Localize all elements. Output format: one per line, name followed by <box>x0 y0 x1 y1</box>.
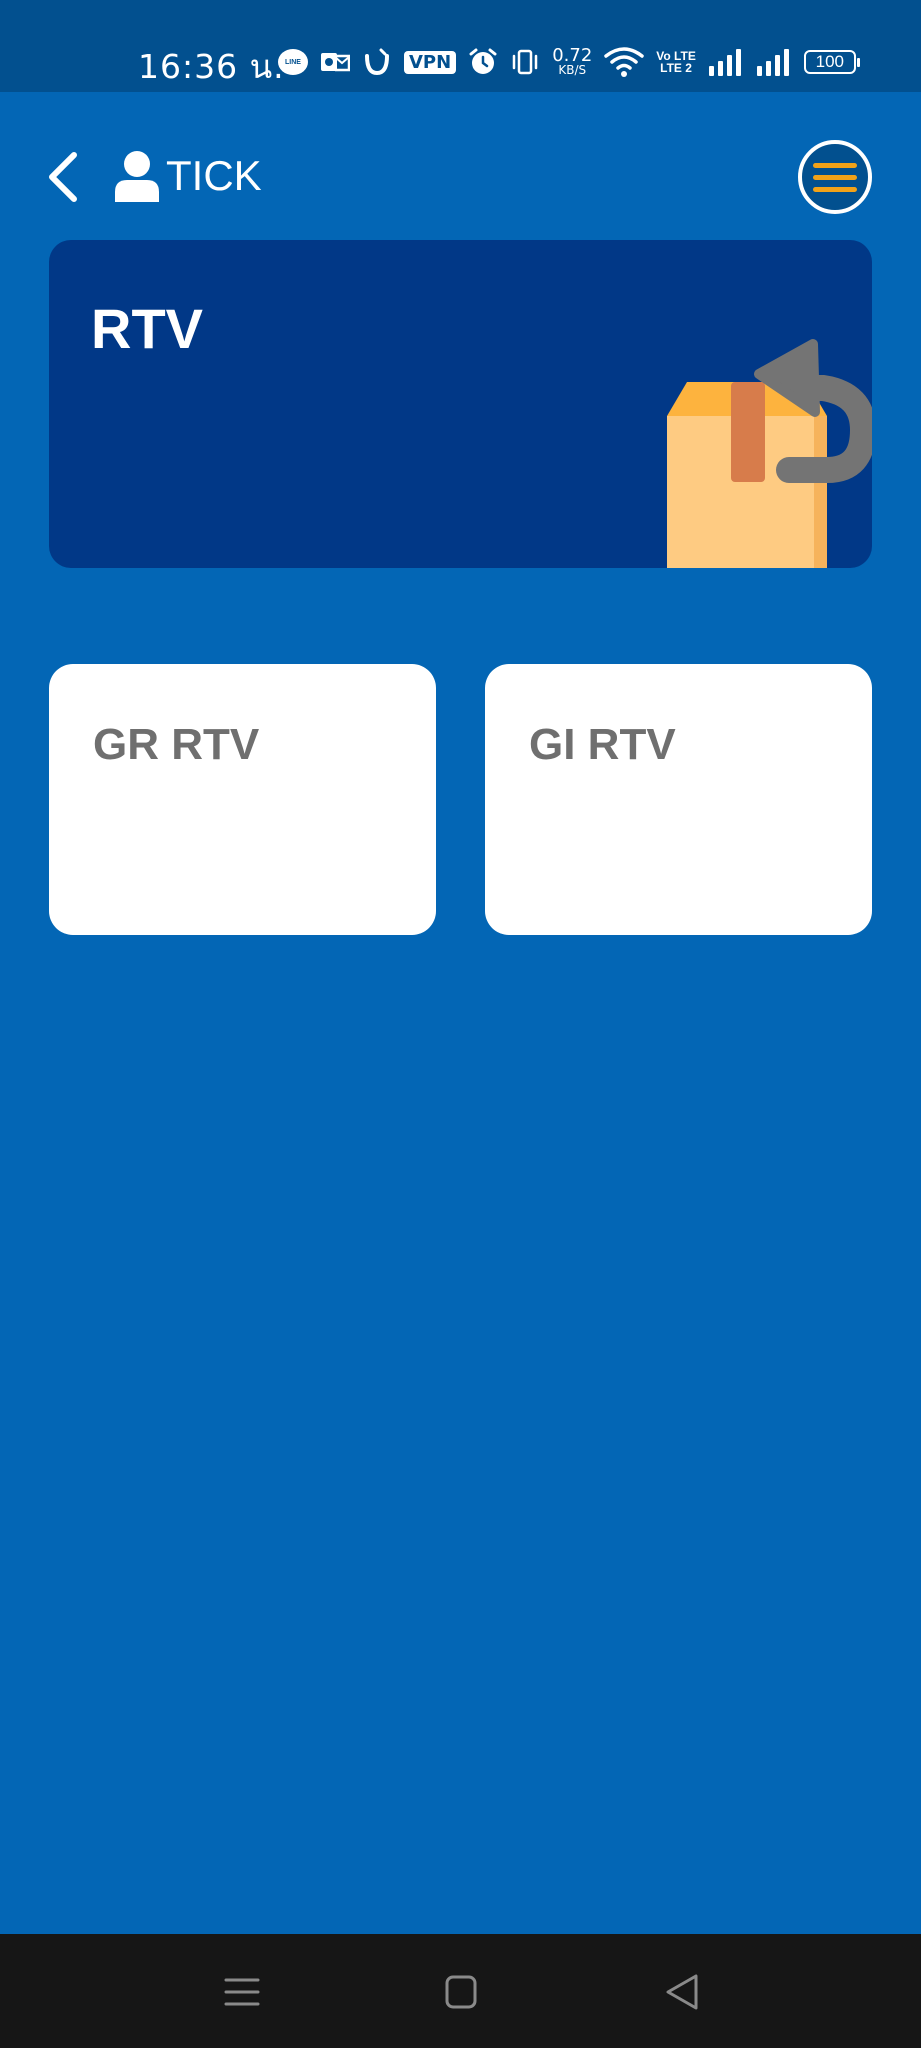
line-icon: LINE <box>278 49 308 75</box>
system-nav-bar <box>0 1934 921 2048</box>
volte-indicator: Vo LTE LTE 2 <box>656 50 696 74</box>
back-button[interactable] <box>40 147 90 207</box>
status-time: 16:36 น. <box>138 47 285 86</box>
gr-rtv-card[interactable]: GR RTV <box>49 664 436 935</box>
hamburger-menu-icon-bar <box>813 174 857 180</box>
vibrate-icon <box>510 47 540 77</box>
menu-button[interactable] <box>798 140 872 214</box>
banner-title: RTV <box>91 297 203 360</box>
user-profile: TICK <box>114 150 262 202</box>
card-label: GI RTV <box>529 720 676 769</box>
home-icon <box>445 1975 477 2009</box>
app-icon <box>362 47 392 77</box>
card-label: GR RTV <box>93 720 260 769</box>
battery-icon: 100 <box>803 50 860 74</box>
back-triangle-icon <box>666 1974 698 2010</box>
return-box-icon <box>667 339 872 568</box>
signal-icon <box>756 48 792 76</box>
hamburger-menu-icon <box>813 162 857 168</box>
volte-bottom: LTE 2 <box>660 61 692 75</box>
alarm-icon <box>468 47 498 77</box>
home-button[interactable] <box>433 1964 489 2020</box>
outlook-icon <box>320 49 350 75</box>
speed-value: 0.72 <box>552 44 593 66</box>
hamburger-menu-icon-bar <box>813 186 857 192</box>
speed-unit: KB/S <box>558 62 587 77</box>
user-icon <box>115 151 159 202</box>
user-name: TICK <box>166 152 262 199</box>
system-back-button[interactable] <box>654 1964 710 2020</box>
chevron-left-icon <box>49 152 77 202</box>
recents-button[interactable] <box>214 1964 270 2020</box>
recents-icon <box>224 1978 260 2006</box>
signal-icon <box>708 48 744 76</box>
network-speed: 0.72 KB/S <box>552 44 593 77</box>
wifi-icon <box>604 46 645 78</box>
status-icons: LINE VPN 0.72 KB/S Vo LTE LTE 2 100 <box>278 42 860 82</box>
app-header: TICK <box>0 92 921 232</box>
vpn-icon: VPN <box>404 50 457 74</box>
status-bar: 16:36 น. LINE VPN 0.72 KB/S Vo LTE LTE 2… <box>0 0 921 92</box>
rtv-banner: RTV <box>49 240 872 568</box>
gi-rtv-card[interactable]: GI RTV <box>485 664 872 935</box>
